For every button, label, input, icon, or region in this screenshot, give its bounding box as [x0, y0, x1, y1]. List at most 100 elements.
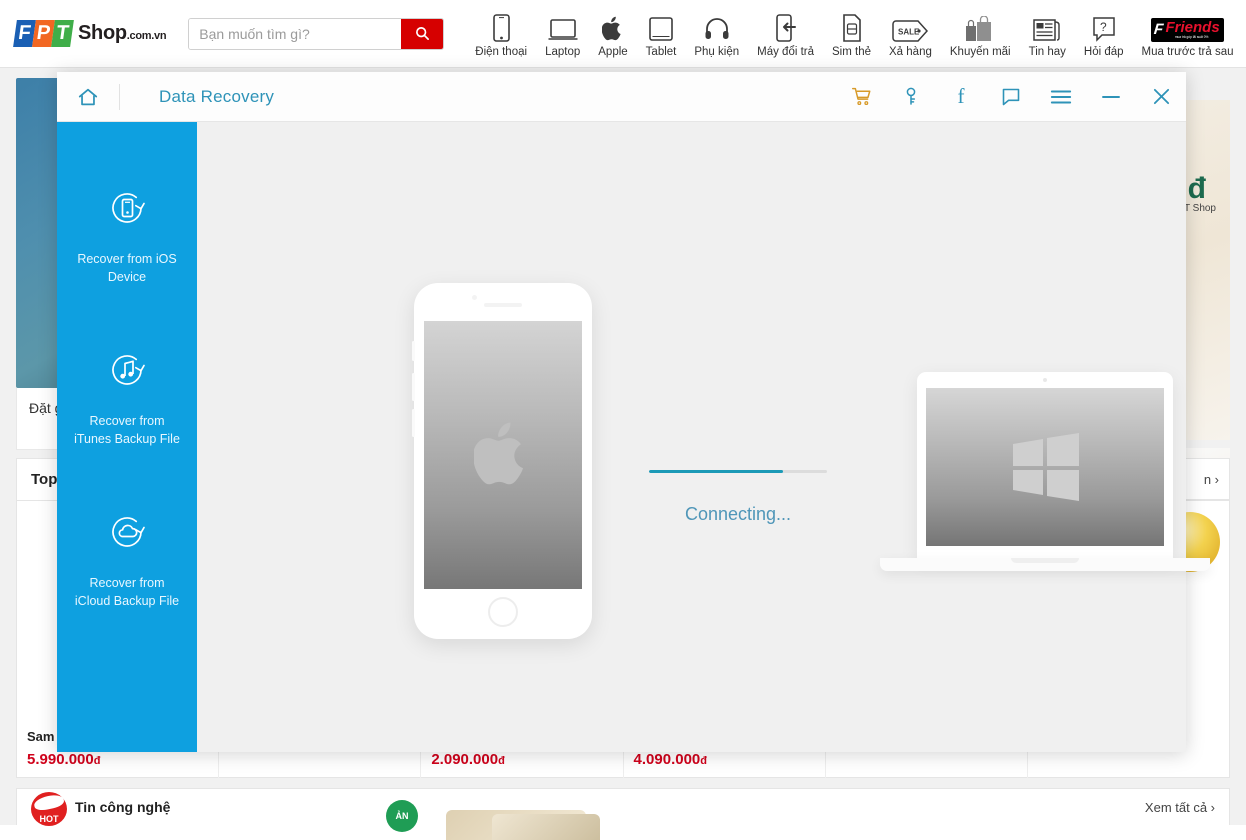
home-button[interactable] — [57, 72, 119, 122]
nav-item-mua-truoc-tra-sau[interactable]: F Friends mua trả góp lãi suất 0% Mua tr… — [1133, 10, 1243, 58]
nav-item-hoi-dap[interactable]: ? Hỏi đáp — [1075, 10, 1133, 58]
laptop-camera — [1043, 378, 1047, 382]
product-price-major: 5.99 — [27, 751, 56, 768]
news-thumbnail-2[interactable] — [492, 814, 600, 840]
recover-icloud-backup-icon — [103, 508, 151, 561]
logo-shop-word: Shop — [78, 22, 127, 44]
iphone-speaker — [484, 303, 522, 307]
apple-logo-icon — [474, 420, 532, 490]
minimize-icon — [1101, 90, 1121, 104]
green-badge-label: ẢN — [396, 811, 409, 821]
iphone-screen — [424, 321, 582, 589]
top-products-title: Top — [31, 471, 57, 488]
iphone-volume-down — [412, 409, 415, 437]
search-button[interactable] — [401, 19, 443, 49]
sidebar-item-label: Recover from iTunes Backup File — [72, 413, 182, 448]
nav-label: Khuyến mãi — [950, 46, 1011, 58]
product-price-unit: đ — [498, 755, 505, 767]
phone-icon — [493, 10, 510, 42]
nav-item-apple[interactable]: Apple — [589, 10, 636, 58]
tech-news-view-all[interactable]: Xem tất cả › — [1145, 800, 1215, 815]
laptop-trackpad-notch — [1011, 558, 1079, 563]
sale-tag-icon: SALE — [892, 10, 928, 42]
facebook-button[interactable]: f — [936, 72, 986, 122]
nav-label: Hỏi đáp — [1084, 46, 1124, 58]
nav-label: Laptop — [545, 46, 580, 58]
nav-item-xa-hang[interactable]: SALE Xả hàng — [880, 10, 941, 58]
tech-news-title: Tin công nghệ — [75, 799, 170, 815]
nav-label: Apple — [598, 46, 627, 58]
cart-icon — [851, 86, 872, 107]
titlebar-separator — [119, 84, 120, 110]
nav-label: Tin hay — [1029, 46, 1066, 58]
windows-logo-icon — [1007, 431, 1083, 503]
nav-item-dien-thoai[interactable]: Điện thoại — [466, 10, 536, 58]
main-navigation: Điện thoại Laptop Apple Tablet — [466, 10, 1242, 58]
close-icon — [1152, 87, 1171, 106]
iphone-illustration — [414, 283, 592, 639]
svg-text:?: ? — [1100, 20, 1107, 34]
iphone-camera — [472, 295, 477, 300]
fpt-logo-icon: F P T — [15, 20, 72, 47]
nav-item-phu-kien[interactable]: Phụ kiện — [685, 10, 748, 58]
nav-item-tin-hay[interactable]: Tin hay — [1020, 10, 1075, 58]
product-price-unit: đ — [700, 755, 707, 767]
product-price-unit: đ — [94, 755, 101, 767]
nav-label: Máy đổi trả — [757, 46, 814, 58]
site-logo[interactable]: F P T Shop.com.vn — [15, 20, 166, 47]
sidebar-item-recover-ios-device[interactable]: Recover from iOS Device — [57, 184, 197, 286]
laptop-lid — [917, 372, 1173, 558]
product-price: 2.090.000đ — [431, 751, 612, 768]
app-body: Recover from iOS Device Recover from iTu… — [57, 122, 1186, 752]
sim-card-icon — [842, 10, 862, 42]
product-price-minor: .000 — [469, 751, 498, 768]
progress-bar-fill — [649, 470, 783, 473]
cart-button[interactable] — [836, 72, 886, 122]
laptop-illustration — [880, 372, 1210, 590]
nav-item-sim-the[interactable]: Sim thẻ — [823, 10, 880, 58]
question-bubble-icon: ? — [1092, 10, 1116, 42]
recover-ios-device-icon — [103, 184, 151, 237]
product-price-major: 2.090 — [431, 751, 469, 768]
data-recovery-window: Data Recovery f — [57, 72, 1186, 752]
friends-subtext: mua trả góp lãi suất 0% — [1164, 36, 1220, 39]
right-promo-subtext: T Shop — [1184, 203, 1216, 214]
device-return-icon — [776, 10, 796, 42]
titlebar-actions: f — [836, 72, 1186, 122]
laptop-icon — [548, 10, 578, 42]
product-price-minor: .000 — [671, 751, 700, 768]
minimize-button[interactable] — [1086, 72, 1136, 122]
sidebar-item-label: Recover from iOS Device — [72, 251, 182, 286]
menu-button[interactable] — [1036, 72, 1086, 122]
product-price-minor: 0.000 — [56, 751, 94, 768]
feedback-icon — [1001, 87, 1021, 107]
friends-logo-icon: F Friends mua trả góp lãi suất 0% — [1151, 10, 1223, 42]
friends-badge: F Friends mua trả góp lãi suất 0% — [1151, 18, 1223, 41]
close-button[interactable] — [1136, 72, 1186, 122]
iphone-volume-up — [412, 373, 415, 401]
nav-item-laptop[interactable]: Laptop — [536, 10, 589, 58]
logo-tld: .com.vn — [127, 30, 166, 42]
sidebar-item-recover-itunes-backup[interactable]: Recover from iTunes Backup File — [57, 346, 197, 448]
iphone-home-button — [488, 597, 518, 627]
nav-label: Điện thoại — [475, 46, 527, 58]
friends-wordmark: Friends — [1166, 20, 1220, 35]
green-badge: ẢN — [386, 800, 418, 832]
connection-status-text: Connecting... — [638, 504, 838, 525]
nav-item-khuyen-mai[interactable]: Khuyến mãi — [941, 10, 1020, 58]
home-icon — [77, 86, 99, 108]
sidebar-item-recover-icloud-backup[interactable]: Recover from iCloud Backup File — [57, 508, 197, 610]
search-box[interactable] — [188, 18, 444, 50]
hot-badge: HOT — [31, 792, 67, 822]
progress-bar-track — [649, 470, 827, 473]
register-key-button[interactable] — [886, 72, 936, 122]
headphone-icon — [704, 10, 730, 42]
nav-item-may-doi-tra[interactable]: Máy đổi trả — [748, 10, 823, 58]
nav-label: Tablet — [646, 46, 677, 58]
shopping-bags-icon — [965, 10, 995, 42]
nav-item-tablet[interactable]: Tablet — [637, 10, 686, 58]
right-promo-currency: đ — [1188, 172, 1206, 206]
search-input[interactable] — [189, 19, 401, 49]
feedback-button[interactable] — [986, 72, 1036, 122]
product-price: 4.090.000đ — [634, 751, 815, 768]
